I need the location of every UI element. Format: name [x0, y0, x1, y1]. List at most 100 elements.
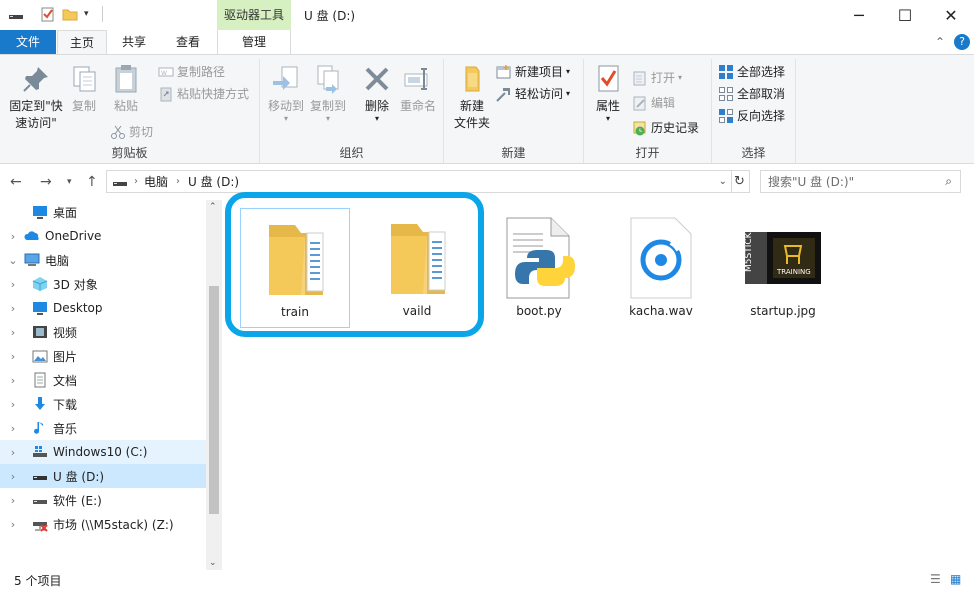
- rename-button[interactable]: 重命名: [398, 63, 438, 115]
- recent-locations-icon[interactable]: ▾: [67, 177, 72, 187]
- select-none-button[interactable]: 全部取消: [718, 83, 785, 105]
- file-item[interactable]: kacha.wav: [606, 208, 716, 328]
- search-input[interactable]: 搜索"U 盘 (D:)" ⌕: [760, 170, 961, 193]
- move-to-label: 移动到: [267, 99, 304, 113]
- computer-icon: [24, 252, 40, 268]
- properties-button[interactable]: 属性 ▾: [590, 63, 626, 123]
- chevron-right-icon[interactable]: ›: [6, 398, 20, 411]
- svg-text:W: W: [161, 70, 167, 77]
- minimize-button[interactable]: ─: [836, 0, 882, 30]
- nav-item[interactable]: › 下载: [0, 392, 206, 416]
- paste-shortcut-icon: [158, 86, 174, 102]
- image-file-icon: M5STICK TRAINING: [739, 214, 827, 302]
- address-dropdown-icon[interactable]: ⌄: [719, 176, 727, 187]
- edit-button[interactable]: 编辑: [632, 92, 675, 114]
- nav-item[interactable]: › Desktop: [0, 296, 206, 320]
- chevron-right-icon[interactable]: ›: [6, 374, 20, 387]
- new-folder-icon: [456, 63, 488, 95]
- details-view-icon[interactable]: ☰: [930, 572, 941, 586]
- nav-scrollbar[interactable]: ⌃ ⌄: [206, 200, 222, 570]
- breadcrumb-current[interactable]: U 盘 (D:): [188, 173, 239, 190]
- forward-icon[interactable]: →: [40, 174, 52, 190]
- nav-item[interactable]: › 市场 (\\M5stack) (Z:): [0, 512, 206, 536]
- chevron-right-icon[interactable]: ›: [6, 446, 20, 459]
- pictures-icon: [32, 348, 48, 364]
- invert-selection-button[interactable]: 反向选择: [718, 105, 785, 127]
- paste-shortcut-button[interactable]: 粘贴快捷方式: [158, 83, 249, 105]
- nav-item[interactable]: › 视频: [0, 320, 206, 344]
- paste-button[interactable]: 粘贴: [106, 63, 146, 115]
- scroll-down-icon[interactable]: ⌄: [209, 558, 217, 568]
- item-count: 5 个项目: [14, 574, 62, 588]
- chevron-right-icon[interactable]: ›: [6, 518, 20, 531]
- chevron-right-icon[interactable]: ›: [6, 350, 20, 363]
- scroll-up-icon[interactable]: ⌃: [209, 202, 217, 212]
- help-icon[interactable]: ?: [954, 34, 970, 50]
- chevron-right-icon[interactable]: ›: [6, 230, 20, 243]
- nav-item-label: 下载: [53, 397, 78, 412]
- pin-label: 固定到"快 速访问": [9, 99, 63, 130]
- copy-button[interactable]: 复制: [66, 63, 102, 115]
- new-folder-icon[interactable]: [62, 6, 78, 22]
- collapse-ribbon-icon[interactable]: ⌃: [932, 30, 948, 54]
- nav-item[interactable]: › Windows10 (C:): [0, 440, 206, 464]
- tab-manage[interactable]: 管理: [217, 30, 291, 54]
- maximize-button[interactable]: ☐: [882, 0, 928, 30]
- close-button[interactable]: ✕: [928, 0, 974, 30]
- tab-file[interactable]: 文件: [0, 30, 56, 54]
- easy-access-button[interactable]: 轻松访问 ▾: [496, 83, 570, 105]
- new-folder-button[interactable]: 新建 文件夹: [450, 63, 494, 132]
- svg-text:TRAINING: TRAINING: [776, 268, 811, 276]
- desktop-icon: [32, 300, 48, 316]
- properties-icon[interactable]: [40, 6, 56, 22]
- address-bar[interactable]: › 电脑 › U 盘 (D:) ⌄: [106, 170, 732, 193]
- cut-button[interactable]: 剪切: [110, 121, 153, 143]
- nav-item[interactable]: › 文档: [0, 368, 206, 392]
- move-to-button[interactable]: 移动到 ▾: [264, 63, 308, 123]
- large-icons-view-icon[interactable]: ▦: [950, 572, 961, 586]
- scrollbar-thumb[interactable]: [209, 286, 219, 514]
- nav-item[interactable]: › 3D 对象: [0, 272, 206, 296]
- customize-toolbar-icon[interactable]: ▾: [84, 6, 100, 22]
- nav-item[interactable]: ⌄ 电脑: [0, 248, 206, 272]
- tab-share[interactable]: 共享: [111, 30, 157, 54]
- nav-item[interactable]: › 软件 (E:): [0, 488, 206, 512]
- nav-item[interactable]: › 图片: [0, 344, 206, 368]
- open-label: 打开: [651, 71, 676, 85]
- nav-item-label: U 盘 (D:): [53, 469, 105, 484]
- nav-item[interactable]: › OneDrive: [0, 224, 206, 248]
- breadcrumb-computer[interactable]: 电脑: [144, 173, 168, 190]
- invert-selection-label: 反向选择: [737, 109, 786, 123]
- chevron-right-icon[interactable]: ›: [6, 326, 20, 339]
- chevron-right-icon[interactable]: ›: [6, 470, 20, 483]
- new-item-button[interactable]: 新建项目 ▾: [496, 61, 570, 83]
- close-icon: ✕: [944, 5, 958, 25]
- history-button[interactable]: 历史记录: [632, 117, 699, 139]
- ribbon: 固定到"快 速访问" 复制 粘贴 W 复制路径 粘贴快捷方式 剪切 剪贴板 移动…: [0, 54, 974, 164]
- chevron-right-icon[interactable]: ›: [6, 302, 20, 315]
- chevron-right-icon[interactable]: ›: [6, 422, 20, 435]
- up-icon[interactable]: ↑: [86, 174, 98, 190]
- tab-view[interactable]: 查看: [165, 30, 211, 54]
- nav-item[interactable]: › U 盘 (D:): [0, 464, 206, 488]
- chevron-right-icon[interactable]: ›: [6, 278, 20, 291]
- drive-icon[interactable]: [8, 6, 24, 22]
- copy-path-button[interactable]: W 复制路径: [158, 61, 225, 83]
- chevron-down-icon[interactable]: ⌄: [6, 254, 20, 267]
- nav-item[interactable]: › 音乐: [0, 416, 206, 440]
- nav-item[interactable]: 桌面: [0, 200, 206, 224]
- copy-label: 复制: [71, 99, 96, 113]
- back-icon[interactable]: ←: [10, 174, 22, 190]
- tab-home[interactable]: 主页: [57, 30, 107, 55]
- select-all-button[interactable]: 全部选择: [718, 61, 785, 83]
- copy-to-button[interactable]: 复制到 ▾: [306, 63, 350, 123]
- delete-button[interactable]: 删除 ▾: [360, 63, 394, 123]
- open-button[interactable]: 打开 ▾: [632, 67, 682, 89]
- pin-quick-access-button[interactable]: 固定到"快 速访问": [4, 63, 68, 132]
- chevron-right-icon[interactable]: ›: [6, 494, 20, 507]
- file-item[interactable]: M5STICK TRAINING startup.jpg: [728, 208, 838, 328]
- file-item[interactable]: boot.py: [484, 208, 594, 328]
- highlight-annotation: [225, 192, 484, 337]
- open-icon: [632, 70, 648, 86]
- refresh-button[interactable]: ↻: [730, 170, 750, 193]
